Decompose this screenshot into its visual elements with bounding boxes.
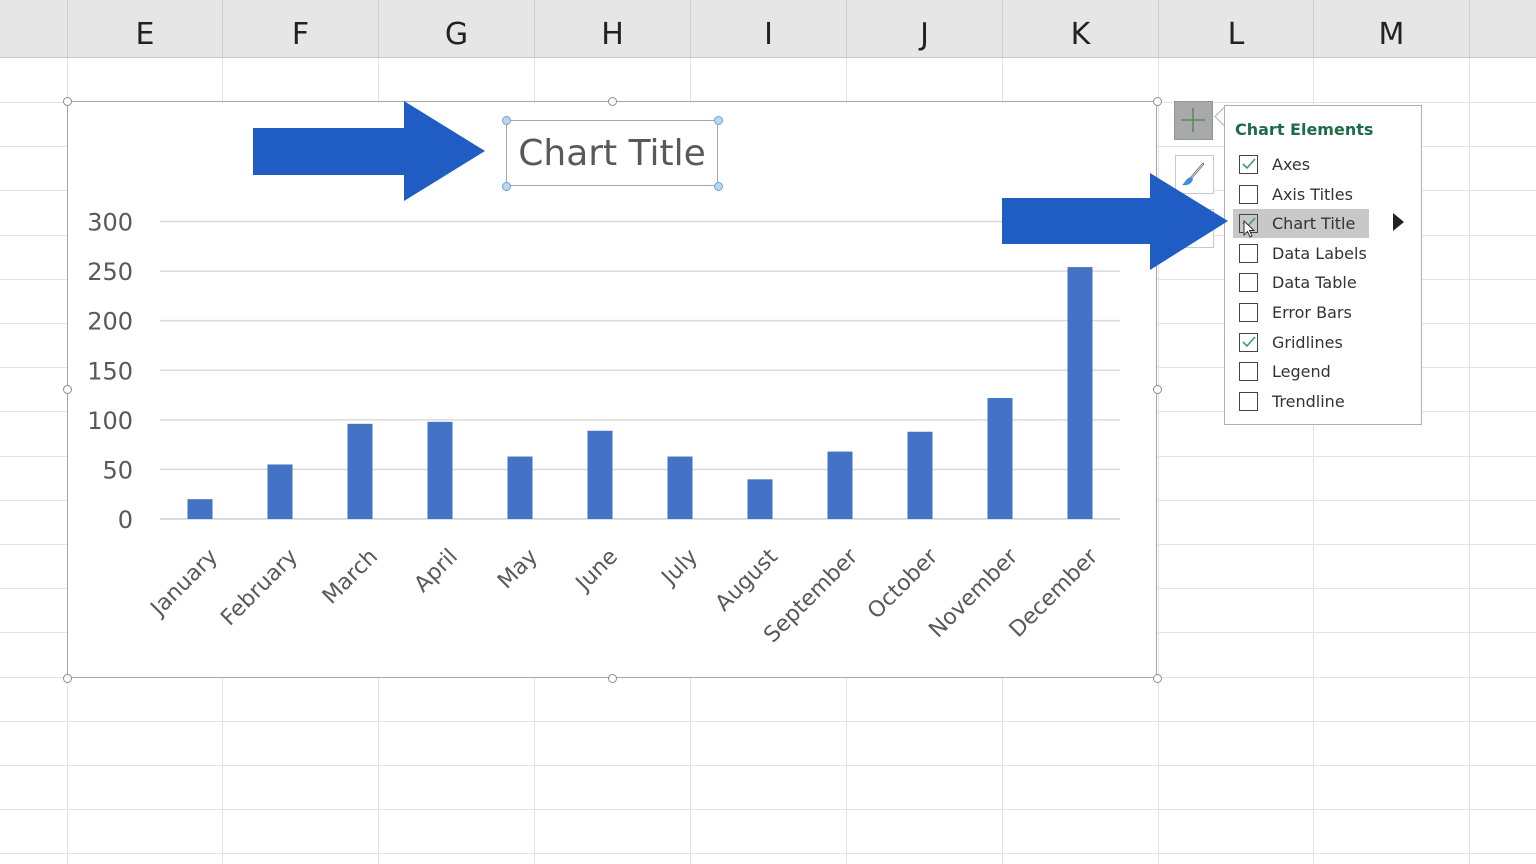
chart-resize-handle[interactable] [62,673,72,683]
chart-resize-handle[interactable] [607,96,617,106]
chart-resize-handle[interactable] [62,385,72,394]
chart-resize-handle[interactable] [607,673,617,683]
chart-resize-handle[interactable] [1153,385,1162,394]
mouse-cursor-icon [1243,220,1256,238]
arrow-to-chart-title-icon [253,101,485,201]
chart-resize-handle[interactable] [1153,673,1162,683]
chart-resize-handle[interactable] [1153,96,1162,106]
chart-resize-handle[interactable] [62,96,72,106]
arrow-to-chart-title-option-icon [1002,173,1228,270]
annotation-arrows [253,101,1228,270]
